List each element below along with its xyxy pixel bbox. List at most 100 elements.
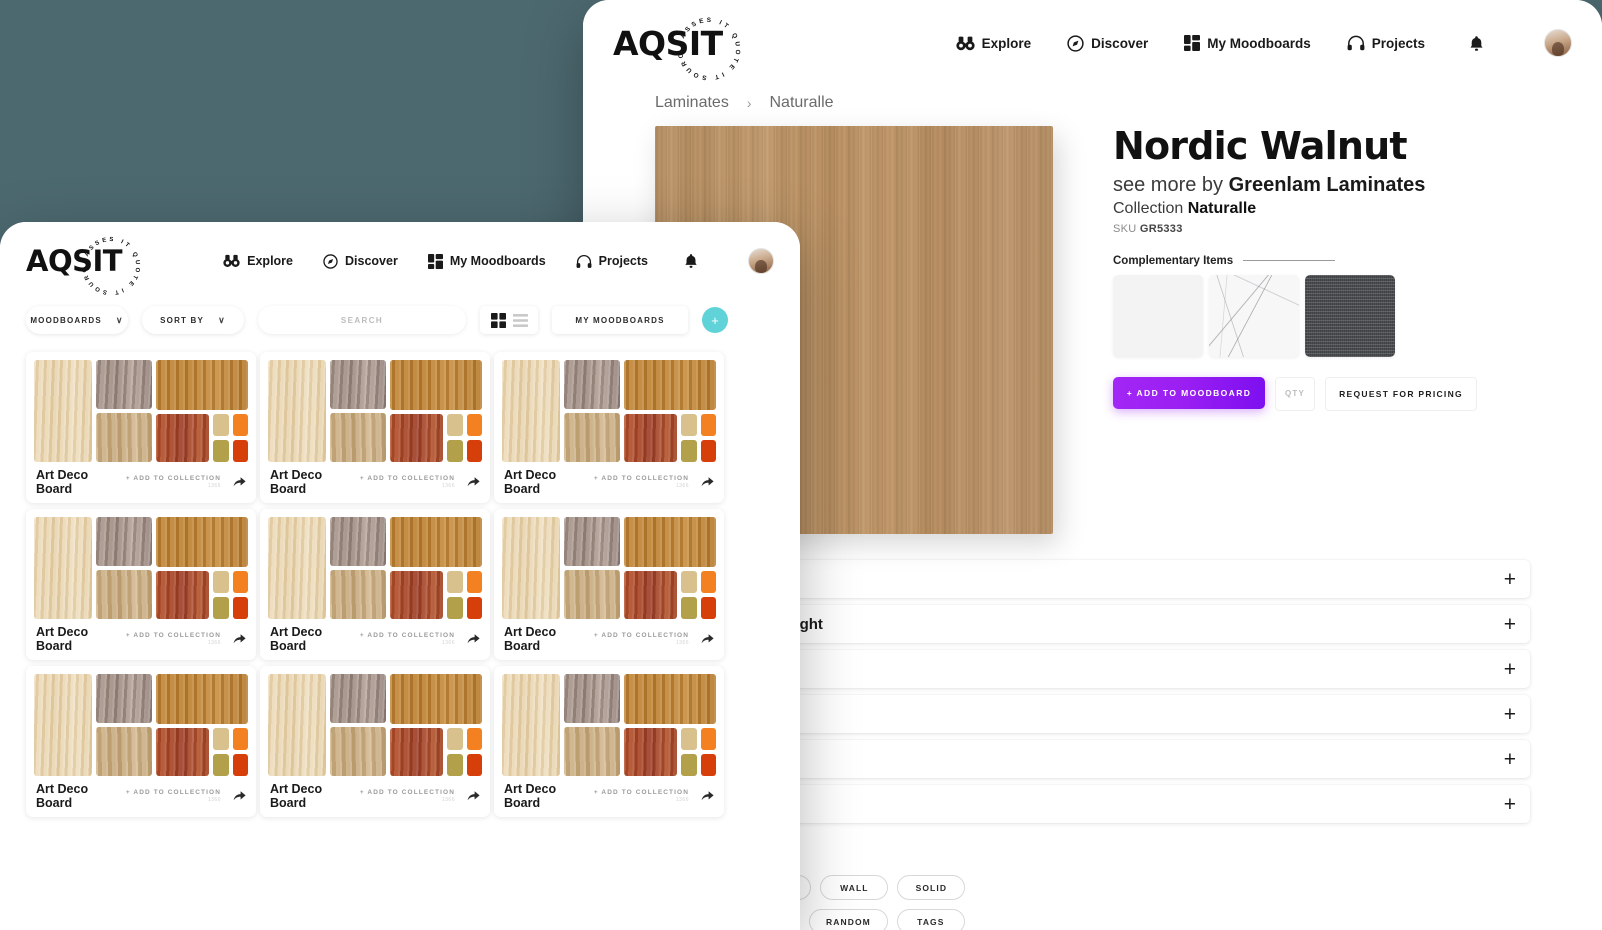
nav-item-discover[interactable]: Discover bbox=[323, 253, 398, 269]
moodboards-dropdown[interactable]: MOODBOARDS ∨ bbox=[26, 306, 128, 334]
tag-tags[interactable]: TAGS bbox=[896, 909, 965, 930]
nav-item-my-moodboards[interactable]: My Moodboards bbox=[427, 253, 546, 269]
swatch-sand bbox=[681, 571, 697, 594]
swatch-sand bbox=[213, 414, 229, 437]
swatch-tan-wood bbox=[564, 413, 620, 462]
swatch-sand bbox=[447, 571, 463, 594]
swatch-orange bbox=[700, 571, 716, 594]
nav-item-projects[interactable]: Projects bbox=[576, 254, 648, 269]
complementary-tile-marble[interactable] bbox=[1209, 274, 1299, 357]
swatch-column bbox=[624, 517, 716, 619]
add-to-moodboard-button[interactable]: + ADD TO MOODBOARD bbox=[1113, 376, 1265, 409]
breadcrumb-parent[interactable]: Laminates bbox=[655, 94, 729, 112]
product-brand[interactable]: Greenlam Laminates bbox=[1229, 174, 1426, 196]
swatch-color-quad bbox=[213, 728, 248, 776]
list-view-icon[interactable] bbox=[512, 313, 528, 328]
swatch-grey-wood bbox=[96, 517, 152, 566]
brand-logo[interactable]: AQSIT ASSES IT QUOTE IT SOURCE IT bbox=[613, 6, 738, 81]
add-to-collection-button[interactable]: + ADD TO COLLECTION 1366 bbox=[594, 632, 689, 646]
card-footer: Art Deco Board + ADD TO COLLECTION 1366 bbox=[502, 782, 716, 812]
grid-view-icon[interactable] bbox=[490, 312, 506, 328]
breadcrumb-current[interactable]: Naturalle bbox=[770, 94, 834, 112]
share-icon[interactable] bbox=[233, 790, 246, 802]
card-footer: Art Deco Board + ADD TO COLLECTION 1366 bbox=[268, 782, 482, 812]
brand-logo[interactable]: AQSIT ASSES IT QUOTE IT SOURCE IT bbox=[26, 227, 137, 295]
list-item[interactable]: Art Deco Board + ADD TO COLLECTION 1366 bbox=[260, 666, 490, 817]
swatch-oak-light bbox=[268, 360, 326, 462]
product-brand-line: see more by Greenlam Laminates bbox=[1113, 174, 1530, 197]
swatch-rust bbox=[232, 597, 248, 619]
product-sku: GR5333 bbox=[1139, 222, 1183, 235]
card-footer: Art Deco Board + ADD TO COLLECTION 1366 bbox=[502, 468, 716, 498]
avatar[interactable] bbox=[748, 248, 774, 274]
share-icon[interactable] bbox=[467, 476, 480, 488]
my-moodboards-button[interactable]: MY MOODBOARDS bbox=[552, 306, 688, 334]
add-to-collection-button[interactable]: + ADD TO COLLECTION 1366 bbox=[360, 789, 455, 803]
card-footer: Art Deco Board + ADD TO COLLECTION 1366 bbox=[502, 625, 716, 655]
nav-item-explore[interactable]: Explore bbox=[223, 254, 293, 268]
list-item[interactable]: Art Deco Board + ADD TO COLLECTION 1366 bbox=[260, 509, 490, 660]
share-icon[interactable] bbox=[233, 476, 246, 488]
notification-bell-icon[interactable] bbox=[684, 253, 698, 269]
tag-wall[interactable]: WALL bbox=[820, 875, 889, 900]
complementary-tile-plain[interactable] bbox=[1113, 274, 1203, 357]
list-item[interactable]: Art Deco Board + ADD TO COLLECTION 1366 bbox=[26, 509, 256, 660]
swatch-amber-wood bbox=[156, 360, 248, 411]
swatch-tan-wood bbox=[330, 570, 386, 619]
list-item[interactable]: Art Deco Board + ADD TO COLLECTION 1366 bbox=[26, 352, 256, 503]
add-moodboard-button[interactable]: + bbox=[702, 307, 728, 333]
collection-count: 1366 bbox=[675, 640, 689, 646]
swatch-red-wood bbox=[390, 414, 444, 462]
share-icon[interactable] bbox=[467, 790, 480, 802]
swatch-tan-wood bbox=[96, 570, 152, 619]
search-input[interactable]: SEARCH bbox=[258, 306, 466, 334]
add-to-collection-button[interactable]: + ADD TO COLLECTION 1366 bbox=[594, 475, 689, 489]
swatch-tan-wood bbox=[330, 727, 386, 776]
list-item[interactable]: Art Deco Board + ADD TO COLLECTION 1366 bbox=[26, 666, 256, 817]
swatch-red-wood bbox=[624, 728, 678, 776]
avatar[interactable] bbox=[1544, 29, 1572, 57]
complementary-tile-fabric[interactable] bbox=[1305, 274, 1395, 357]
swatch-tan-wood bbox=[96, 727, 152, 776]
notification-bell-icon[interactable] bbox=[1469, 35, 1484, 52]
collection-count: 1366 bbox=[675, 483, 689, 489]
nav-item-my-moodboards[interactable]: My Moodboards bbox=[1184, 35, 1311, 51]
share-icon[interactable] bbox=[467, 633, 480, 645]
tag-random[interactable]: RANDOM bbox=[809, 909, 888, 930]
list-item[interactable]: Art Deco Board + ADD TO COLLECTION 1366 bbox=[494, 666, 724, 817]
sort-by-dropdown[interactable]: SORT BY ∨ bbox=[142, 306, 244, 334]
collection-count: 1366 bbox=[207, 797, 221, 803]
list-item[interactable]: Art Deco Board + ADD TO COLLECTION 1366 bbox=[260, 352, 490, 503]
swatch-collage bbox=[34, 674, 248, 776]
swatch-oak-light bbox=[34, 674, 92, 776]
list-item[interactable]: Art Deco Board + ADD TO COLLECTION 1366 bbox=[494, 352, 724, 503]
nav-item-explore[interactable]: Explore bbox=[956, 36, 1031, 51]
share-icon[interactable] bbox=[701, 633, 714, 645]
swatch-sand bbox=[213, 571, 229, 594]
share-icon[interactable] bbox=[701, 790, 714, 802]
add-to-collection-button[interactable]: + ADD TO COLLECTION 1366 bbox=[126, 475, 221, 489]
card-actions: + ADD TO COLLECTION 1366 bbox=[126, 632, 246, 646]
add-to-collection-button[interactable]: + ADD TO COLLECTION 1366 bbox=[594, 789, 689, 803]
add-to-collection-button[interactable]: + ADD TO COLLECTION 1366 bbox=[126, 632, 221, 646]
add-to-collection-button[interactable]: + ADD TO COLLECTION 1366 bbox=[360, 632, 455, 646]
swatch-amber-wood bbox=[624, 360, 716, 411]
card-title: Art Deco Board bbox=[504, 782, 557, 810]
share-icon[interactable] bbox=[701, 476, 714, 488]
request-for-pricing-button[interactable]: REQUEST FOR PRICING bbox=[1325, 376, 1477, 411]
swatch-sand bbox=[681, 728, 697, 751]
swatch-orange bbox=[700, 728, 716, 751]
card-actions: + ADD TO COLLECTION 1366 bbox=[360, 475, 480, 489]
quantity-input[interactable]: QTY bbox=[1275, 376, 1315, 411]
swatch-column bbox=[96, 517, 152, 619]
list-item[interactable]: Art Deco Board + ADD TO COLLECTION 1366 bbox=[494, 509, 724, 660]
share-icon[interactable] bbox=[233, 633, 246, 645]
tag-solid[interactable]: SOLID bbox=[897, 875, 966, 900]
swatch-column bbox=[96, 360, 152, 462]
swatch-collage bbox=[502, 674, 716, 776]
swatch-color-quad bbox=[213, 571, 248, 619]
nav-item-projects[interactable]: Projects bbox=[1347, 35, 1425, 51]
add-to-collection-button[interactable]: + ADD TO COLLECTION 1366 bbox=[360, 475, 455, 489]
nav-item-discover[interactable]: Discover bbox=[1067, 34, 1148, 52]
add-to-collection-button[interactable]: + ADD TO COLLECTION 1366 bbox=[126, 789, 221, 803]
